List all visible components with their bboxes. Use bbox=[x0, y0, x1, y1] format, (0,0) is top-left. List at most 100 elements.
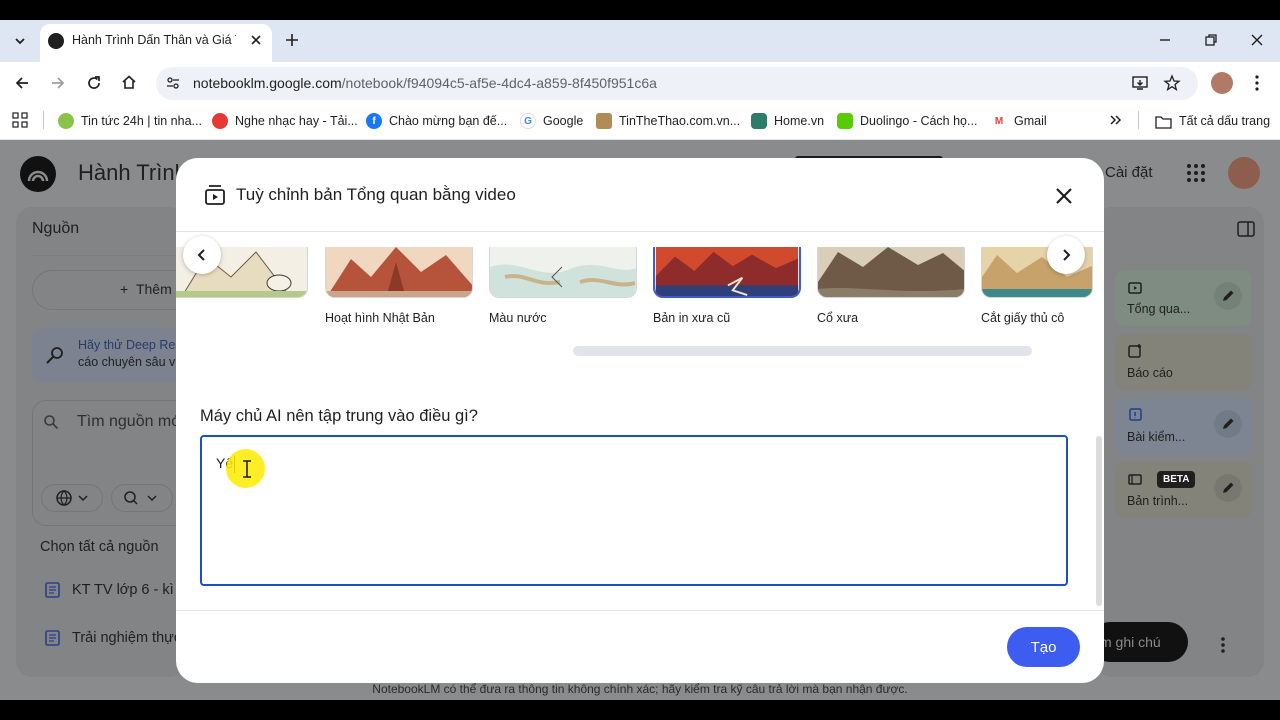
carousel-prev-button[interactable] bbox=[183, 236, 221, 274]
facebook-icon: f bbox=[366, 113, 382, 129]
profile-avatar[interactable] bbox=[1211, 72, 1233, 94]
source-item[interactable]: Trải nghiệm thực bbox=[72, 630, 181, 646]
focus-prompt-textarea[interactable]: Yê bbox=[200, 435, 1068, 586]
dialog-header-divider bbox=[176, 231, 1104, 232]
style-option-selected[interactable]: Bản in xưa cũ bbox=[653, 247, 801, 325]
bookmark-item[interactable]: G Google bbox=[520, 112, 583, 130]
chevron-left-icon bbox=[197, 249, 205, 261]
quiz-icon bbox=[1129, 408, 1142, 421]
notebooklm-favicon-icon bbox=[48, 33, 64, 49]
home-icon bbox=[751, 113, 767, 129]
source-search-input[interactable]: Tìm nguồn mớ bbox=[77, 413, 182, 431]
tab-search-button[interactable] bbox=[8, 29, 32, 53]
all-bookmarks-label: Tất cả dấu trang bbox=[1179, 114, 1271, 128]
studio-quiz[interactable]: Bài kiểm... bbox=[1115, 398, 1252, 454]
studio-item-label: Tổng qua... bbox=[1127, 302, 1191, 316]
style-label: Cổ xưa bbox=[817, 311, 859, 325]
close-window-icon[interactable] bbox=[1248, 31, 1266, 49]
focus-prompt-label: Máy chủ AI nên tập trung vào điều gì? bbox=[200, 407, 478, 425]
bookmark-label: Tin tức 24h | tin nha... bbox=[81, 114, 202, 128]
bookmark-item[interactable]: M Gmail bbox=[991, 112, 1047, 130]
url-host: notebooklm.google.com bbox=[193, 75, 342, 91]
edit-icon[interactable] bbox=[1214, 410, 1242, 438]
carousel-next-button[interactable] bbox=[1047, 236, 1085, 274]
bookmarks-divider bbox=[43, 111, 44, 129]
gmail-icon: M bbox=[991, 113, 1007, 129]
style-label: Cắt giấy thủ cô bbox=[981, 311, 1065, 325]
bookmark-label: Home.vn bbox=[774, 114, 825, 128]
report-icon bbox=[1128, 344, 1141, 358]
all-bookmarks-folder[interactable]: Tất cả dấu trang bbox=[1155, 112, 1270, 130]
apps-grid-icon[interactable] bbox=[1186, 163, 1206, 183]
studio-report[interactable]: Báo cáo bbox=[1115, 334, 1252, 390]
web-source-dropdown[interactable] bbox=[41, 484, 103, 512]
source-item[interactable]: KT TV lớp 6 - kì 2 bbox=[72, 582, 186, 598]
bookmark-label: Google bbox=[543, 114, 584, 128]
edit-icon[interactable] bbox=[1214, 474, 1242, 502]
close-tab-icon[interactable] bbox=[248, 32, 264, 48]
style-option[interactable]: Cổ xưa bbox=[817, 247, 965, 325]
add-source-text: Thêm bbox=[135, 281, 172, 297]
account-avatar[interactable] bbox=[1228, 157, 1260, 189]
notebook-title[interactable]: Hành Trình bbox=[78, 160, 187, 186]
chevron-down-icon bbox=[15, 38, 25, 45]
search-sparkle-icon bbox=[45, 345, 65, 365]
collapse-panel-icon[interactable] bbox=[1237, 221, 1255, 237]
close-icon[interactable] bbox=[1052, 184, 1076, 208]
create-button[interactable]: Tạo bbox=[1007, 627, 1080, 667]
reload-icon[interactable] bbox=[85, 74, 103, 92]
style-label: Hoạt hình Nhật Bản bbox=[325, 311, 435, 325]
more-options-icon[interactable] bbox=[1216, 636, 1230, 654]
style-thumbnail bbox=[817, 247, 965, 298]
deep-research-text-2: cáo chuyên sâu v bbox=[78, 355, 176, 369]
research-mode-dropdown[interactable] bbox=[111, 484, 173, 512]
settings-button[interactable]: Cài đặt bbox=[1105, 164, 1153, 181]
add-source-label: + Thêm bbox=[120, 281, 172, 297]
bookmark-item[interactable]: Home.vn bbox=[751, 112, 824, 130]
new-tab-icon[interactable] bbox=[283, 31, 301, 49]
bookmark-item[interactable]: f Chào mừng bạn đế... bbox=[366, 112, 507, 130]
bookmark-label: Gmail bbox=[1014, 114, 1047, 128]
carousel-scrollbar[interactable] bbox=[573, 346, 1032, 356]
trophy-icon bbox=[596, 113, 612, 129]
notebooklm-logo-icon[interactable] bbox=[20, 156, 56, 192]
disclaimer-text: NotebookLM có thể đưa ra thông tin không… bbox=[372, 682, 908, 696]
home-icon[interactable] bbox=[120, 73, 138, 91]
add-note-button[interactable]: m ghi chú bbox=[1090, 622, 1188, 662]
style-label: Màu nước bbox=[489, 311, 547, 325]
search-icon bbox=[43, 414, 59, 430]
forward-icon[interactable] bbox=[49, 74, 67, 92]
bookmark-label: TinTheThao.com.vn... bbox=[619, 114, 741, 128]
studio-video-overview[interactable]: Tổng qua... bbox=[1115, 270, 1252, 326]
bookmark-item[interactable]: Nghe nhạc hay - Tải... bbox=[212, 112, 358, 130]
dialog-scrollbar[interactable] bbox=[1096, 436, 1102, 606]
bookmark-item[interactable]: TinTheThao.com.vn... bbox=[596, 112, 740, 130]
studio-slides[interactable]: BETA Bản trình... bbox=[1115, 462, 1252, 518]
bookmark-star-icon[interactable] bbox=[1163, 74, 1181, 92]
sources-title: Nguồn bbox=[32, 220, 80, 237]
slides-icon bbox=[1128, 474, 1142, 485]
restore-icon[interactable] bbox=[1202, 31, 1220, 49]
select-all-sources-label[interactable]: Chọn tất cả nguồn bbox=[40, 539, 159, 555]
folder-icon bbox=[1155, 115, 1172, 129]
site-info-icon[interactable] bbox=[165, 75, 181, 91]
customize-video-overview-dialog: Tuỳ chỉnh bản Tổng quan bằng video Hoạt … bbox=[176, 158, 1104, 683]
duolingo-icon bbox=[837, 113, 853, 129]
more-bookmarks-icon[interactable] bbox=[1108, 112, 1122, 128]
minimize-icon[interactable] bbox=[1156, 31, 1174, 49]
edit-icon[interactable] bbox=[1214, 282, 1242, 310]
style-thumbnail bbox=[489, 247, 637, 298]
style-option[interactable]: Hoạt hình Nhật Bản bbox=[325, 247, 473, 325]
clock-icon bbox=[58, 113, 74, 129]
style-option[interactable]: Màu nước bbox=[489, 247, 637, 325]
apps-grid-icon[interactable] bbox=[12, 112, 28, 128]
back-icon[interactable] bbox=[13, 74, 31, 92]
install-app-icon[interactable] bbox=[1131, 74, 1149, 92]
bookmark-item[interactable]: Tin tức 24h | tin nha... bbox=[58, 112, 202, 130]
bookmark-label: Nghe nhạc hay - Tải... bbox=[235, 114, 358, 128]
bookmark-item[interactable]: Duolingo - Cách họ... bbox=[837, 112, 977, 130]
bookmark-label: Chào mừng bạn đế... bbox=[389, 114, 508, 128]
browser-menu-icon[interactable] bbox=[1250, 73, 1264, 93]
deep-research-text-1: Hãy thử Deep Res bbox=[78, 338, 182, 352]
style-label: Bản in xưa cũ bbox=[653, 311, 731, 325]
